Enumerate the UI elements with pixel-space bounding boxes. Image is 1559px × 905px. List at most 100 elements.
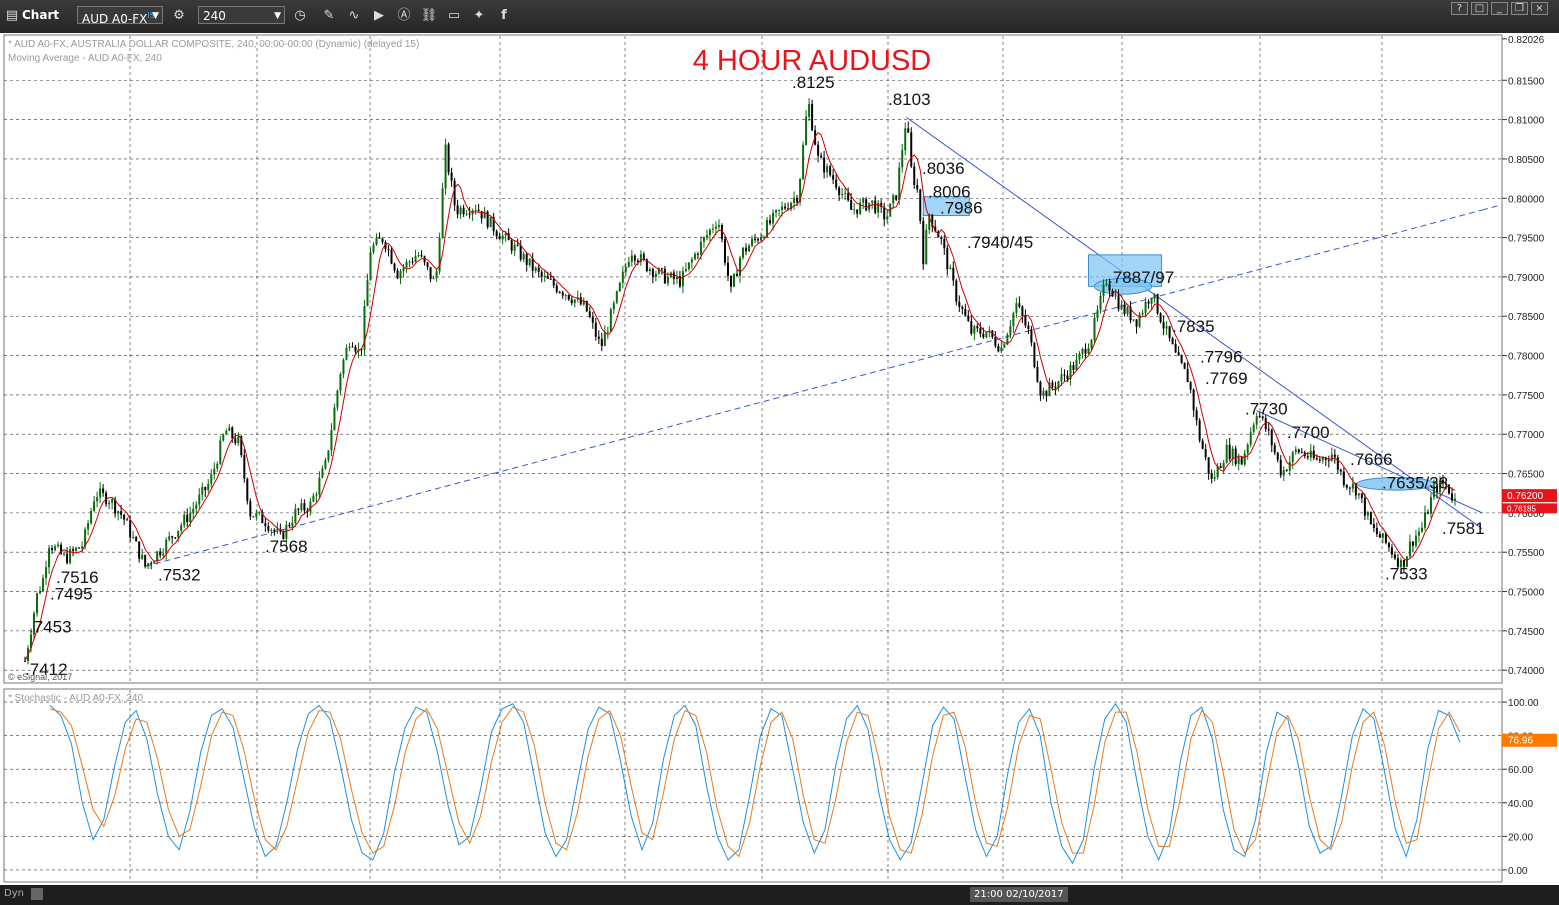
candle-body (1333, 454, 1336, 458)
candle-body (1309, 450, 1312, 458)
stoch-tick-label: 100.00 (1508, 698, 1539, 709)
candle-body (1414, 535, 1417, 546)
candle-body (426, 262, 429, 268)
candle-body (684, 269, 687, 272)
candle-body (1171, 338, 1174, 345)
candle-body (552, 279, 555, 286)
candle-body (477, 209, 480, 212)
candle-body (219, 440, 222, 464)
close-button[interactable]: × (1531, 2, 1548, 15)
candle-body (1009, 326, 1012, 335)
alert-icon[interactable]: Ⓐ (395, 7, 413, 25)
candle-body (895, 195, 898, 200)
candle-body (793, 197, 796, 203)
candle-body (231, 427, 234, 439)
candle-body (216, 463, 219, 469)
candle-body (666, 276, 669, 284)
candle-body (555, 285, 558, 292)
candle-body (633, 255, 636, 261)
candle-body (808, 104, 811, 117)
candle-body (702, 237, 705, 242)
interval-input[interactable]: 240 ▼ (198, 6, 285, 24)
candle-body (165, 539, 168, 554)
twitter-icon[interactable]: ✦ (470, 7, 488, 25)
chart-area[interactable]: .8125.8103.8036.8006.7986.7940/45.7887/9… (0, 33, 1559, 885)
minimize-button[interactable]: _ (1491, 2, 1508, 15)
candle-body (754, 238, 757, 240)
candle-body (714, 226, 717, 229)
chevron-down-icon[interactable]: ▼ (274, 7, 281, 25)
candle-body (1192, 389, 1195, 411)
candle-body (1099, 295, 1102, 310)
candle-body (1318, 459, 1321, 461)
stoch-tick-label: 20.00 (1508, 832, 1533, 843)
candle-body (1075, 359, 1078, 370)
stoch-tick-label: 0.00 (1508, 866, 1528, 877)
settings-icon[interactable]: ⚙ (170, 7, 188, 25)
price-tick-label: 0.76500 (1508, 470, 1545, 481)
candle-body (267, 526, 270, 531)
chevron-down-icon[interactable]: ▼ (152, 7, 159, 25)
facebook-icon[interactable]: f (495, 7, 513, 25)
candle-body (1153, 294, 1156, 299)
candle-body (1252, 424, 1255, 433)
candle-body (1054, 386, 1057, 389)
play-icon[interactable]: ▶ (370, 7, 388, 25)
candle-body (1072, 365, 1075, 370)
candle-body (910, 132, 913, 167)
price-pane-frame (3, 34, 1503, 684)
price-tick-label: 0.80000 (1508, 194, 1545, 205)
candle-body (871, 200, 874, 203)
price-annotation: .7796 (1200, 348, 1243, 367)
restore-button[interactable]: □ (1471, 2, 1488, 15)
candle-body (48, 548, 51, 568)
candle-body (408, 261, 411, 263)
candle-body (1315, 458, 1318, 460)
candle-body (228, 427, 231, 431)
candle-body (1297, 449, 1300, 453)
candle-body (1021, 306, 1024, 317)
chart-info-line1: * AUD A0-FX, AUSTRALIA DOLLAR COMPOSITE,… (8, 39, 419, 50)
candle-body (775, 210, 778, 213)
price-tick-label: 0.79500 (1508, 234, 1545, 245)
candle-body (540, 271, 543, 277)
candle-body (1273, 445, 1276, 453)
candle-body (516, 244, 519, 246)
candle-body (973, 326, 976, 334)
line-chart-icon[interactable]: ∿ (345, 7, 363, 25)
candle-body (72, 549, 75, 551)
candle-body (45, 567, 48, 579)
candle-body (751, 238, 754, 246)
price-tick-label: 0.81000 (1508, 116, 1545, 127)
candle-body (474, 209, 477, 211)
help-button[interactable]: ? (1451, 2, 1468, 15)
candle-body (660, 268, 663, 270)
link-icon[interactable]: ⛓ (420, 7, 438, 25)
candle-body (510, 240, 513, 251)
symbol-input[interactable]: AUD A0-FXIS ▼ (77, 6, 163, 26)
price-annotation: .7769 (1205, 369, 1248, 388)
candle-body (1036, 367, 1039, 382)
candle-body (396, 270, 399, 279)
candle-body (525, 253, 528, 266)
candle-body (402, 267, 405, 272)
candle-body (159, 551, 162, 556)
lock-icon[interactable] (31, 888, 43, 900)
candle-body (1060, 374, 1063, 382)
candle-body (672, 272, 675, 280)
candle-body (303, 503, 306, 511)
maximize-button[interactable]: ❐ (1511, 2, 1528, 15)
candle-body (802, 144, 805, 179)
price-annotation: .7700 (1287, 423, 1330, 442)
comment-icon[interactable]: ▭ (445, 7, 463, 25)
candle-body (1051, 382, 1054, 387)
candle-body (1126, 307, 1129, 315)
candle-body (327, 450, 330, 461)
candle-body (1015, 303, 1018, 313)
candle-body (429, 267, 432, 280)
candle-body (348, 346, 351, 348)
draw-pencil-icon[interactable]: ✎ (320, 7, 338, 25)
clock-icon[interactable]: ◷ (291, 7, 309, 25)
candle-body (1183, 362, 1186, 369)
candle-body (1030, 329, 1033, 343)
